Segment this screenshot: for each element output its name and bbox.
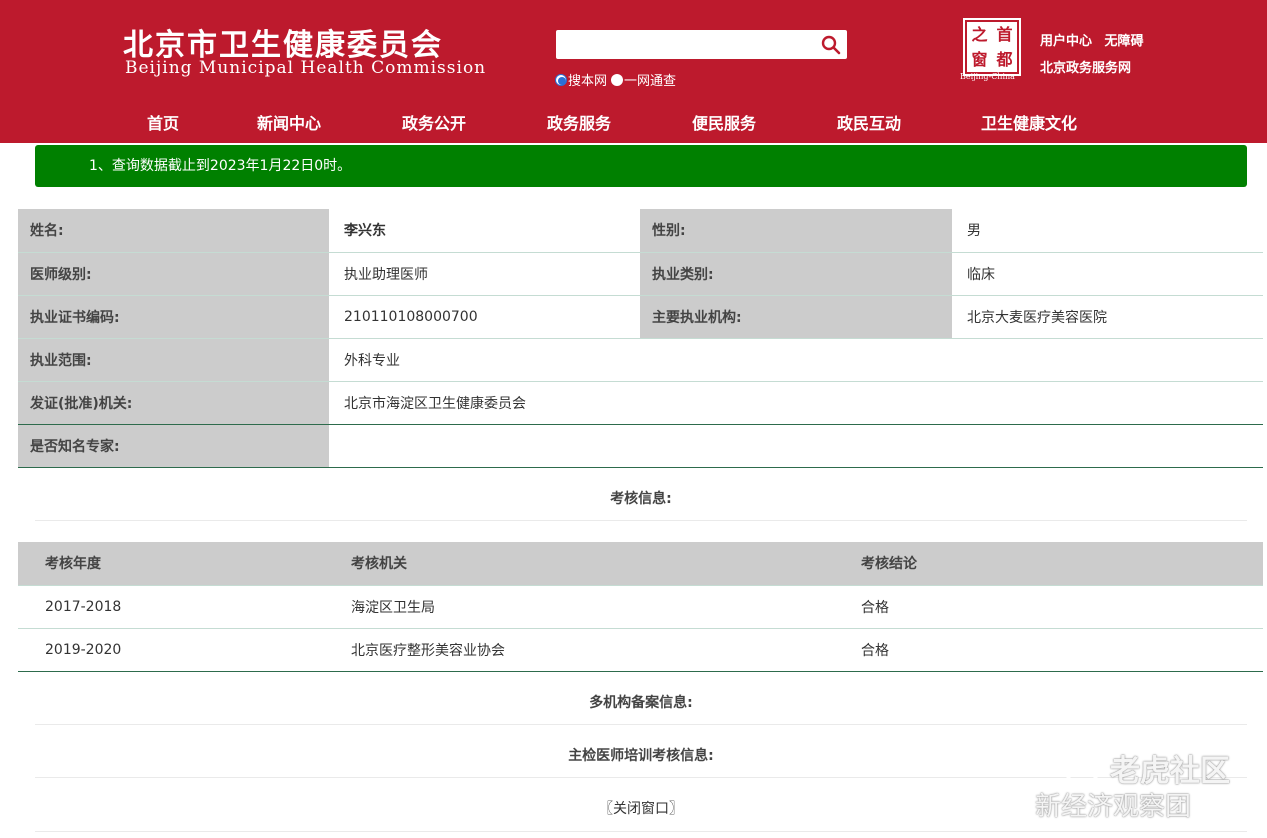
- weibo-icon: [986, 792, 1029, 821]
- search-box: [556, 30, 847, 59]
- nav-news[interactable]: 新闻中心: [257, 110, 321, 134]
- cert-label: 执业证书编码:: [18, 295, 329, 339]
- capital-window-logo[interactable]: 之 首 窗 都: [963, 18, 1021, 76]
- org-value: 北京大麦医疗美容医院: [952, 295, 1263, 339]
- column-header-authority: 考核机关: [324, 542, 834, 586]
- assessment-table: 考核年度 考核机关 考核结论 2017-2018 海淀区卫生局 合格 2019-…: [18, 542, 1263, 672]
- logo-caption: Beijing-China: [960, 72, 1015, 81]
- level-label: 医师级别:: [18, 252, 329, 296]
- table-row: 医师级别: 执业助理医师 执业类别: 临床: [18, 252, 1263, 296]
- category-label: 执业类别:: [640, 252, 952, 296]
- watermark-top: 老虎社区: [1062, 746, 1230, 790]
- gov-service-link[interactable]: 北京政务服务网: [1040, 57, 1131, 76]
- user-center-link[interactable]: 用户中心: [1040, 34, 1092, 49]
- scope-label-all[interactable]: 一网通查: [624, 70, 676, 89]
- issuer-label: 发证(批准)机关:: [18, 381, 329, 425]
- scope-value: 外科专业: [329, 338, 1263, 382]
- scope-label-site[interactable]: 搜本网: [568, 70, 607, 89]
- assessment-title: 考核信息:: [35, 478, 1247, 521]
- accessibility-link[interactable]: 无障碍: [1105, 34, 1144, 49]
- site-subtitle: Beijing Municipal Health Commission: [125, 58, 487, 78]
- name-value: 李兴东: [329, 209, 640, 253]
- assessment-result: 合格: [834, 585, 1263, 629]
- table-row: 2019-2020 北京医疗整形美容业协会 合格: [18, 628, 1263, 672]
- org-label: 主要执业机构:: [640, 295, 952, 339]
- column-header-year: 考核年度: [18, 542, 324, 586]
- nav-interaction[interactable]: 政民互动: [837, 110, 901, 134]
- assessment-authority: 海淀区卫生局: [324, 585, 834, 629]
- assessment-year: 2019-2020: [18, 628, 324, 672]
- table-row: 2017-2018 海淀区卫生局 合格: [18, 585, 1263, 629]
- watermark-top-text: 老虎社区: [1110, 754, 1230, 789]
- issuer-value: 北京市海淀区卫生健康委员会: [329, 381, 1263, 425]
- expert-label: 是否知名专家:: [18, 424, 329, 468]
- nav-home[interactable]: 首页: [147, 110, 179, 134]
- table-row: 姓名: 李兴东 性别: 男: [18, 209, 1263, 253]
- assessment-result: 合格: [834, 628, 1263, 672]
- multi-org-title: 多机构备案信息:: [35, 682, 1247, 725]
- search-input[interactable]: [556, 30, 814, 59]
- gender-label: 性别:: [640, 209, 952, 253]
- watermark-bottom: 新经济观察团: [985, 786, 1191, 823]
- table-row: 执业证书编码: 210110108000700 主要执业机构: 北京大麦医疗美容…: [18, 295, 1263, 339]
- nav-convenience[interactable]: 便民服务: [692, 110, 756, 134]
- level-value: 执业助理医师: [329, 252, 640, 296]
- search-icon: [821, 35, 841, 54]
- logo-char: 都: [996, 50, 1013, 69]
- gender-value: 男: [952, 209, 1263, 253]
- doctor-info-table: 姓名: 李兴东 性别: 男 医师级别: 执业助理医师 执业类别: 临床 执业证书…: [18, 209, 1263, 468]
- site-header: 北京市卫生健康委员会 Beijing Municipal Health Comm…: [0, 0, 1267, 143]
- category-value: 临床: [952, 252, 1263, 296]
- main-nav: 首页 新闻中心 政务公开 政务服务 便民服务 政民互动 卫生健康文化: [0, 110, 1267, 140]
- table-row: 执业范围: 外科专业: [18, 338, 1263, 382]
- table-row: 是否知名专家:: [18, 424, 1263, 468]
- table-row: 发证(批准)机关: 北京市海淀区卫生健康委员会: [18, 381, 1263, 425]
- assessment-authority: 北京医疗整形美容业协会: [324, 628, 834, 672]
- assessment-year: 2017-2018: [18, 585, 324, 629]
- nav-gov-services[interactable]: 政务服务: [547, 110, 611, 134]
- nav-public-affairs[interactable]: 政务公开: [402, 110, 466, 134]
- expert-value: [329, 424, 1263, 468]
- logo-char: 窗: [971, 50, 988, 69]
- scope-radio-all[interactable]: [611, 73, 624, 86]
- search-button[interactable]: [817, 32, 845, 57]
- watermark-logo-icon: [1063, 751, 1101, 785]
- search-scope: 搜本网 一网通查: [555, 70, 680, 89]
- table-header-row: 考核年度 考核机关 考核结论: [18, 542, 1263, 586]
- column-header-result: 考核结论: [834, 542, 1263, 586]
- cert-value: 210110108000700: [329, 295, 640, 339]
- watermark-bottom-text: 新经济观察团: [1035, 792, 1192, 822]
- logo-char: 之: [971, 25, 988, 44]
- logo-char: 首: [996, 25, 1013, 44]
- scope-radio-site[interactable]: [555, 73, 567, 86]
- scope-label: 执业范围:: [18, 338, 329, 382]
- nav-health-culture[interactable]: 卫生健康文化: [981, 110, 1077, 134]
- name-label: 姓名:: [18, 209, 329, 253]
- data-cutoff-notice: 1、查询数据截止到2023年1月22日0时。: [35, 145, 1247, 187]
- header-links: 用户中心 无障碍: [1040, 30, 1152, 49]
